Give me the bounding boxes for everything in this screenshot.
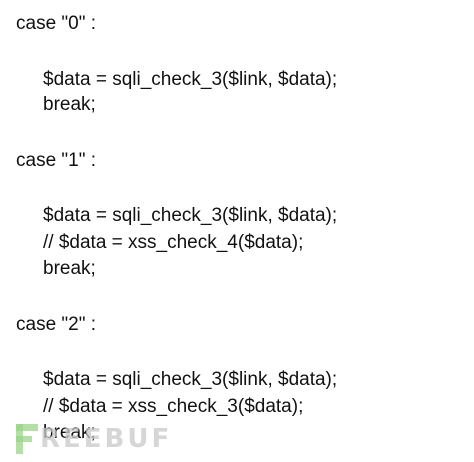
code-line-xss-comment-1: // $data = xss_check_4($data); xyxy=(43,232,304,253)
code-line-sqli-check-0: $data = sqli_check_3($link, $data); xyxy=(43,69,338,90)
code-line-case-1: case "1" : xyxy=(16,150,97,171)
code-line-break-0: break; xyxy=(43,94,96,115)
code-line-sqli-check-2: $data = sqli_check_3($link, $data); xyxy=(43,369,338,390)
code-line-case-2: case "2" : xyxy=(16,314,97,335)
code-line-break-2: break; xyxy=(43,422,96,443)
code-line-case-0: case "0" : xyxy=(16,13,97,34)
code-line-break-1: break; xyxy=(43,258,96,279)
code-line-sqli-check-1: $data = sqli_check_3($link, $data); xyxy=(43,205,338,226)
code-snippet: case "0" : $data = sqli_check_3($link, $… xyxy=(0,0,474,462)
code-line-xss-comment-2: // $data = xss_check_3($data); xyxy=(43,396,304,417)
